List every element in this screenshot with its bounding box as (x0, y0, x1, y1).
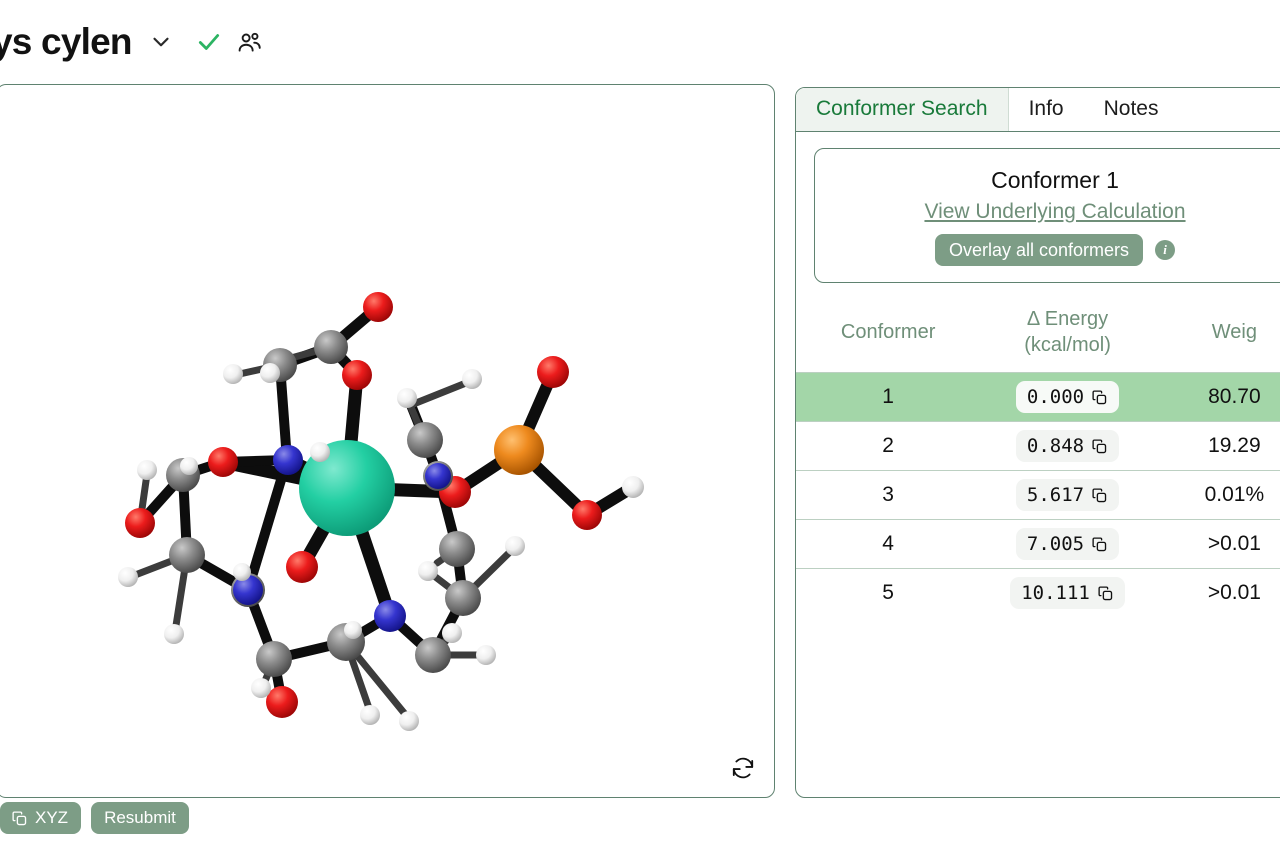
table-row[interactable]: 2 0.848 19.29 (796, 421, 1280, 472)
cell-weight: >0.01 (1207, 581, 1261, 605)
viewer-action-bar: XYZ Resubmit (0, 802, 189, 834)
molecule-viewer-panel[interactable] (0, 84, 775, 798)
copy-icon (11, 810, 28, 827)
copy-xyz-label: XYZ (35, 808, 69, 827)
copy-xyz-button[interactable]: XYZ (0, 802, 82, 834)
header-conformer: Conformer (796, 301, 981, 374)
copy-icon (1097, 585, 1114, 602)
cell-weight: >0.01 (1154, 519, 1280, 570)
energy-copy-chip[interactable]: 0.848 (1015, 430, 1120, 463)
copy-icon (1091, 438, 1108, 455)
energy-copy-chip[interactable]: 10.111 (1010, 577, 1125, 610)
header-weight: Weig (1154, 301, 1280, 374)
cell-energy: 10.111 (980, 569, 1155, 618)
copy-icon (1091, 487, 1108, 504)
conformer-card-actions: Overlay all conformers i (825, 234, 1280, 267)
energy-value: 0.000 (1026, 386, 1085, 409)
copy-icon (1091, 389, 1108, 406)
page-header: ys cylen (0, 0, 1280, 84)
cell-conformer: 5 (882, 581, 894, 605)
table-row[interactable]: 1 0.000 80.70 (796, 372, 1280, 423)
cell-conformer: 4 (796, 519, 981, 570)
cell-conformer: 3 (796, 470, 981, 521)
energy-value: 0.848 (1026, 435, 1085, 458)
details-panel: Conformer Search Info Notes Conformer 1 … (795, 87, 1280, 798)
molecule-render (118, 292, 644, 731)
conformer-title: Conformer 1 (991, 167, 1119, 193)
resubmit-button[interactable]: Resubmit (91, 802, 189, 834)
cell-conformer: 2 (796, 421, 981, 472)
conformer-card: Conformer 1 View Underlying Calculation … (814, 148, 1280, 284)
table-row[interactable]: 3 5.617 0.01% (796, 470, 1280, 521)
energy-value: 7.005 (1026, 533, 1085, 556)
refresh-icon[interactable] (728, 753, 758, 783)
table-header-row: Conformer Δ Energy (kcal/mol) Weig (796, 301, 1280, 374)
energy-value: 5.617 (1026, 484, 1085, 507)
table-row[interactable]: 4 7.005 >0.01 (796, 519, 1280, 570)
header-energy-line2: (kcal/mol) (1024, 333, 1111, 356)
tab-conformer-search[interactable]: Conformer Search (796, 88, 1009, 131)
energy-copy-chip[interactable]: 0.000 (1015, 381, 1120, 414)
header-energy: Δ Energy (kcal/mol) (980, 301, 1155, 374)
cell-energy: 0.000 (980, 372, 1155, 423)
info-icon[interactable]: i (1155, 240, 1176, 261)
energy-value: 10.111 (1021, 582, 1090, 605)
molecule-canvas[interactable] (0, 85, 774, 797)
check-icon (196, 29, 222, 55)
view-underlying-calculation-link[interactable]: View Underlying Calculation (924, 200, 1185, 224)
chevron-down-icon[interactable] (148, 29, 174, 55)
cell-weight: 80.70 (1154, 372, 1280, 423)
cell-energy: 0.848 (980, 421, 1155, 472)
app-root: ys cylen XYZ Resubmit Conformer Search I… (0, 0, 1280, 853)
copy-icon (1091, 536, 1108, 553)
cell-conformer: 1 (796, 372, 981, 423)
conformer-table: Conformer Δ Energy (kcal/mol) Weig 1 0.0… (796, 301, 1280, 618)
energy-copy-chip[interactable]: 5.617 (1015, 479, 1120, 512)
tab-bar: Conformer Search Info Notes (796, 88, 1280, 132)
table-row[interactable]: 5 10.111 >0.01 (796, 569, 1280, 618)
conformer-table-head: Conformer Δ Energy (kcal/mol) Weig (796, 301, 1280, 374)
cell-weight: 0.01% (1154, 470, 1280, 521)
conformer-table-body: 1 0.000 80.70 2 0.848 19.29 3 5.617 0.01… (796, 372, 1280, 618)
cell-energy: 5.617 (980, 470, 1155, 521)
page-title: ys cylen (0, 21, 132, 62)
energy-copy-chip[interactable]: 7.005 (1015, 528, 1120, 561)
header-energy-line1: Δ Energy (1026, 308, 1109, 331)
tab-info[interactable]: Info (1009, 88, 1084, 131)
cell-energy: 7.005 (980, 519, 1155, 570)
people-icon[interactable] (236, 29, 263, 56)
tab-notes[interactable]: Notes (1084, 88, 1179, 131)
overlay-all-conformers-button[interactable]: Overlay all conformers (934, 234, 1144, 267)
cell-weight: 19.29 (1154, 421, 1280, 472)
